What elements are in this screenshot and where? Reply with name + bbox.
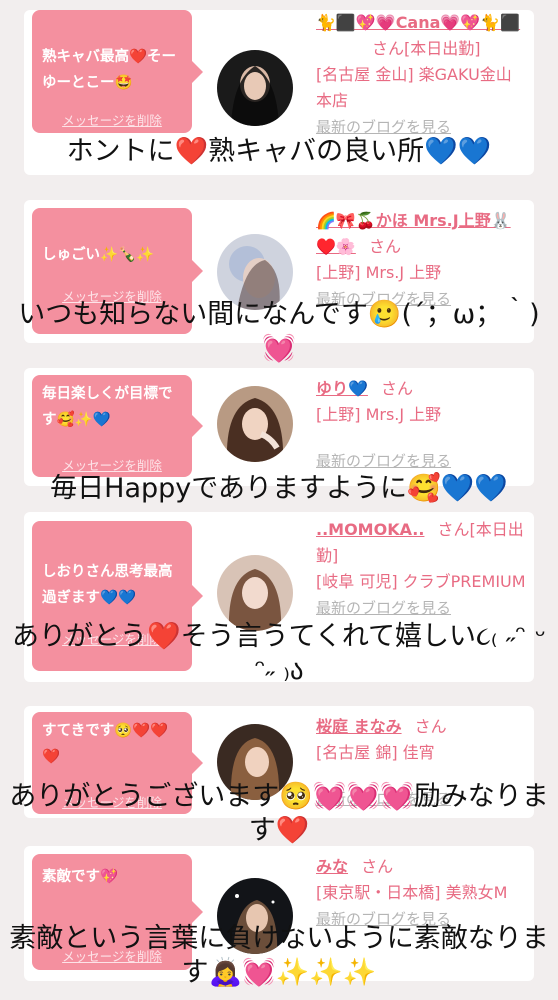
cast-info: 🐈⬛💖💗Cana💗💖🐈⬛ さん[本日出勤] [名古屋 金山] 楽GAKU金山本店… [316, 10, 526, 140]
message-text: 熟キャバ最高❤️そーゆーとこー🤩 [42, 49, 177, 91]
cast-info: みな さん [東京駅・日本橋] 美熟女M 最新のブログを見る [316, 854, 526, 932]
latest-blog-link[interactable]: 最新のブログを見る [316, 599, 451, 617]
cast-info: 🌈🎀🍒かほ Mrs.J上野🐰♥️🌸 さん [上野] Mrs.J 上野 最新のブロ… [316, 208, 526, 312]
shop-location[interactable]: [上野] Mrs.J 上野 [316, 405, 441, 424]
overlay-caption: 毎日Happyでありますように🥰💙💙 [50, 473, 508, 504]
avatar[interactable] [217, 50, 293, 126]
message-text: しゅごい✨🍾✨ [42, 247, 155, 263]
cast-status: さん [414, 717, 447, 736]
overlay-caption: ありがとう❤️そう言うてくれて嬉しい૮₍ ˶ᵔ ᵕ ᵔ˶ ₎ა [12, 621, 546, 686]
cast-name-link[interactable]: 🐈⬛💖💗Cana💗💖🐈⬛ [316, 13, 520, 32]
message-text: 素敵です💖 [42, 869, 119, 885]
cast-name-link[interactable]: 🌈🎀🍒かほ Mrs.J上野🐰♥️🌸 [316, 211, 511, 256]
avatar[interactable] [217, 386, 293, 462]
overlay-caption: いつも知らない間になんです🥲(´；ω；｀)💓 [18, 299, 540, 364]
message-text: しおりさん思考最高過ぎます💙💙 [42, 564, 173, 606]
cast-status: さん [368, 237, 401, 256]
shop-location[interactable]: [東京駅・日本橋] 美熟女M [316, 883, 507, 902]
cast-status: さん [361, 857, 394, 876]
overlay-caption: ありがとうございます🥺💓💓💓励みなります❤️ [9, 781, 549, 846]
shop-location[interactable]: [岐阜 可児] クラブPREMIUM [316, 572, 526, 591]
message-text: 毎日楽しくが目標です🥰✨💙 [42, 386, 173, 428]
overlay-caption: 素敵という言葉に負けないように素敵なります🙇‍♀️💓✨✨✨ [9, 923, 549, 988]
latest-blog-link[interactable]: 最新のブログを見る [316, 118, 451, 136]
cast-status: さん [381, 379, 414, 398]
latest-blog-link[interactable]: 最新のブログを見る [316, 448, 451, 474]
message-bubble: 熟キャバ最高❤️そーゆーとこー🤩 メッセージを削除 [32, 10, 203, 133]
cast-name-link[interactable]: ..MOMOKA.. [316, 520, 424, 539]
shop-location[interactable]: [上野] Mrs.J 上野 [316, 263, 441, 282]
shop-location[interactable]: [名古屋 金山] 楽GAKU金山本店 [316, 65, 512, 110]
shop-location[interactable]: [名古屋 錦] 佳宵 [316, 743, 435, 762]
delete-message-link[interactable]: メッセージを削除 [32, 110, 192, 129]
message-text: すてきです🥺❤️❤️❤️ [42, 723, 169, 765]
cast-info: ..MOMOKA.. さん[本日出勤] [岐阜 可児] クラブPREMIUM 最… [316, 517, 526, 621]
message-bubble: 毎日楽しくが目標です🥰✨💙 メッセージを削除 [32, 375, 203, 477]
cast-name-link[interactable]: みな [316, 857, 348, 876]
overlay-caption: ホントに❤️熟キャバの良い所💙💙 [66, 136, 492, 167]
cast-name-link[interactable]: ゆり💙 [316, 379, 368, 398]
cast-info: ゆり💙 さん [上野] Mrs.J 上野 最新のブログを見る [316, 376, 526, 474]
cast-name-link[interactable]: 桜庭 まなみ [316, 717, 402, 736]
cast-status: さん[本日出勤] [372, 39, 481, 58]
message-card: 毎日楽しくが目標です🥰✨💙 メッセージを削除 ゆり💙 さん [上野] Mrs.J… [24, 368, 534, 486]
